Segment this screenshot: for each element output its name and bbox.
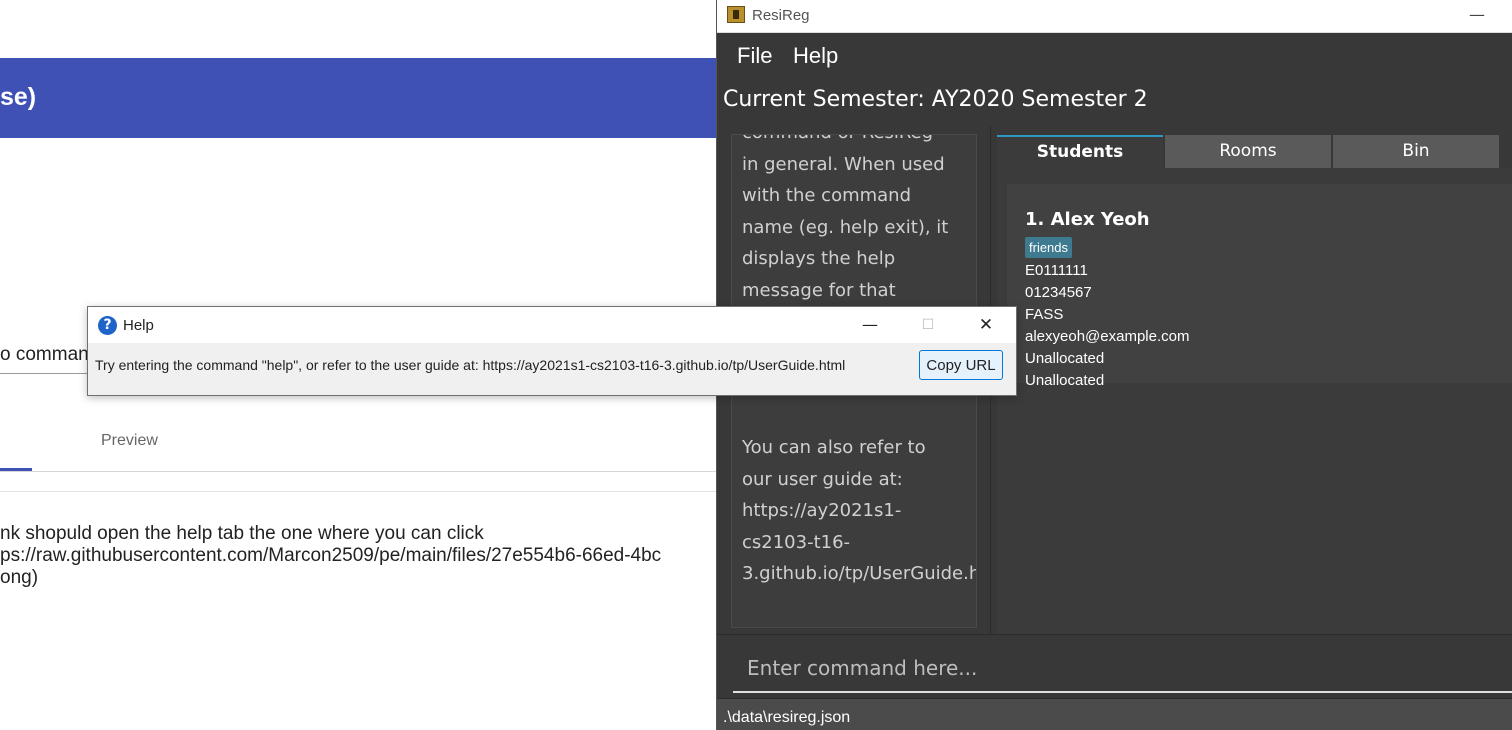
copy-url-button[interactable]: Copy URL (919, 350, 1003, 380)
issue-description: nk shopuld open the help tab the one whe… (0, 523, 717, 589)
help-dialog: ? Help — ☐ ✕ Try entering the command "h… (87, 306, 1017, 396)
data-file-path: .\data\resireg.json (723, 709, 851, 726)
tab-rooms[interactable]: Rooms (1165, 135, 1331, 168)
dialog-maximize-button: ☐ (921, 317, 935, 333)
student-card[interactable]: 1. Alex Yeoh friends E0111111 01234567 F… (1007, 184, 1512, 389)
tab-preview[interactable]: Preview (101, 432, 158, 450)
resireg-app-icon (727, 6, 745, 23)
description-line: nk shopuld open the help tab the one whe… (0, 523, 484, 544)
desktop: se) o command Preview nk shopuld open th… (0, 0, 1512, 730)
command-input[interactable] (733, 645, 1512, 693)
window-minimize-button[interactable]: — (1469, 5, 1485, 24)
student-room-status: Unallocated (1025, 372, 1105, 389)
dialog-minimize-button[interactable]: — (850, 312, 890, 338)
menu-help[interactable]: Help (793, 43, 838, 69)
description-line: ong) (0, 567, 39, 588)
help-message: Try entering the command "help", or refe… (95, 357, 846, 373)
student-id: E0111111 (1025, 262, 1088, 279)
dialog-close-button[interactable]: ✕ (966, 312, 1006, 338)
student-name: 1. Alex Yeoh (1025, 209, 1150, 230)
student-room-status: Unallocated (1025, 350, 1105, 367)
menu-file[interactable]: File (737, 43, 772, 69)
student-faculty: FASS (1025, 306, 1064, 323)
menu-bar: File Help (717, 34, 1512, 76)
dialog-title: Help (123, 317, 154, 334)
student-tag: friends (1025, 237, 1073, 258)
browser-page-header: se) (0, 58, 717, 138)
status-bar: .\data\resireg.json (717, 698, 1512, 730)
divider (0, 491, 717, 492)
input-underline (0, 373, 90, 374)
issue-title-input-text[interactable]: o command (0, 344, 99, 366)
command-box (717, 634, 1512, 698)
description-line: ps://raw.githubusercontent.com/Marcon250… (0, 545, 662, 566)
page-header-title: se) (0, 83, 37, 111)
tab-students[interactable]: Students (997, 135, 1163, 168)
tab-bar: Students Rooms Bin (997, 135, 1501, 168)
current-semester-label: Current Semester: AY2020 Semester 2 (723, 87, 1148, 112)
help-question-icon: ? (98, 316, 117, 335)
students-list-panel: 1. Alex Yeoh friends E0111111 01234567 F… (997, 168, 1512, 634)
student-email: alexyeoh@example.com (1025, 328, 1190, 345)
student-phone: 01234567 (1025, 284, 1092, 301)
window-titlebar[interactable]: ResiReg — (717, 0, 1512, 33)
tab-bin[interactable]: Bin (1333, 135, 1499, 168)
window-title: ResiReg (752, 7, 810, 24)
divider (0, 471, 717, 472)
dialog-titlebar[interactable]: ? Help — ☐ ✕ (88, 307, 1016, 343)
